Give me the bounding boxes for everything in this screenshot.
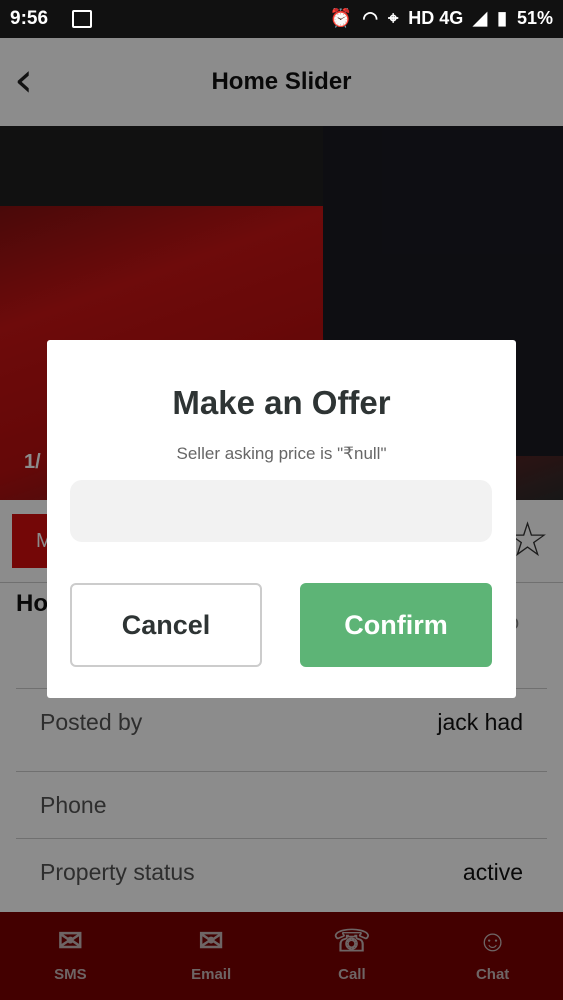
dialog-title: Make an Offer <box>172 384 391 421</box>
headset-icon: ◠ <box>362 8 379 28</box>
location-icon: ⌖ <box>388 8 399 28</box>
alarm-icon: ⏰ <box>329 8 353 28</box>
offer-amount-input[interactable] <box>70 480 492 542</box>
battery-icon: ▮ <box>497 8 507 28</box>
make-offer-dialog: Make an Offer Seller asking price is "₹n… <box>47 340 516 698</box>
status-time: 9:56 <box>10 8 49 29</box>
cancel-button[interactable]: Cancel <box>70 583 262 667</box>
network-label: HD 4G <box>408 8 464 28</box>
status-bar: 9:56 ⏰ ◠ ⌖ HD 4G ◢ ▮ 51% <box>0 0 563 38</box>
battery-label: 51% <box>516 8 553 28</box>
dialog-subtitle: Seller asking price is "₹null" <box>176 444 387 463</box>
confirm-button[interactable]: Confirm <box>300 583 492 667</box>
status-icons: ⏰ ◠ ⌖ HD 4G ◢ ▮ 51% <box>330 8 553 29</box>
image-notification-icon <box>72 10 92 28</box>
signal-icon: ◢ <box>473 8 488 28</box>
